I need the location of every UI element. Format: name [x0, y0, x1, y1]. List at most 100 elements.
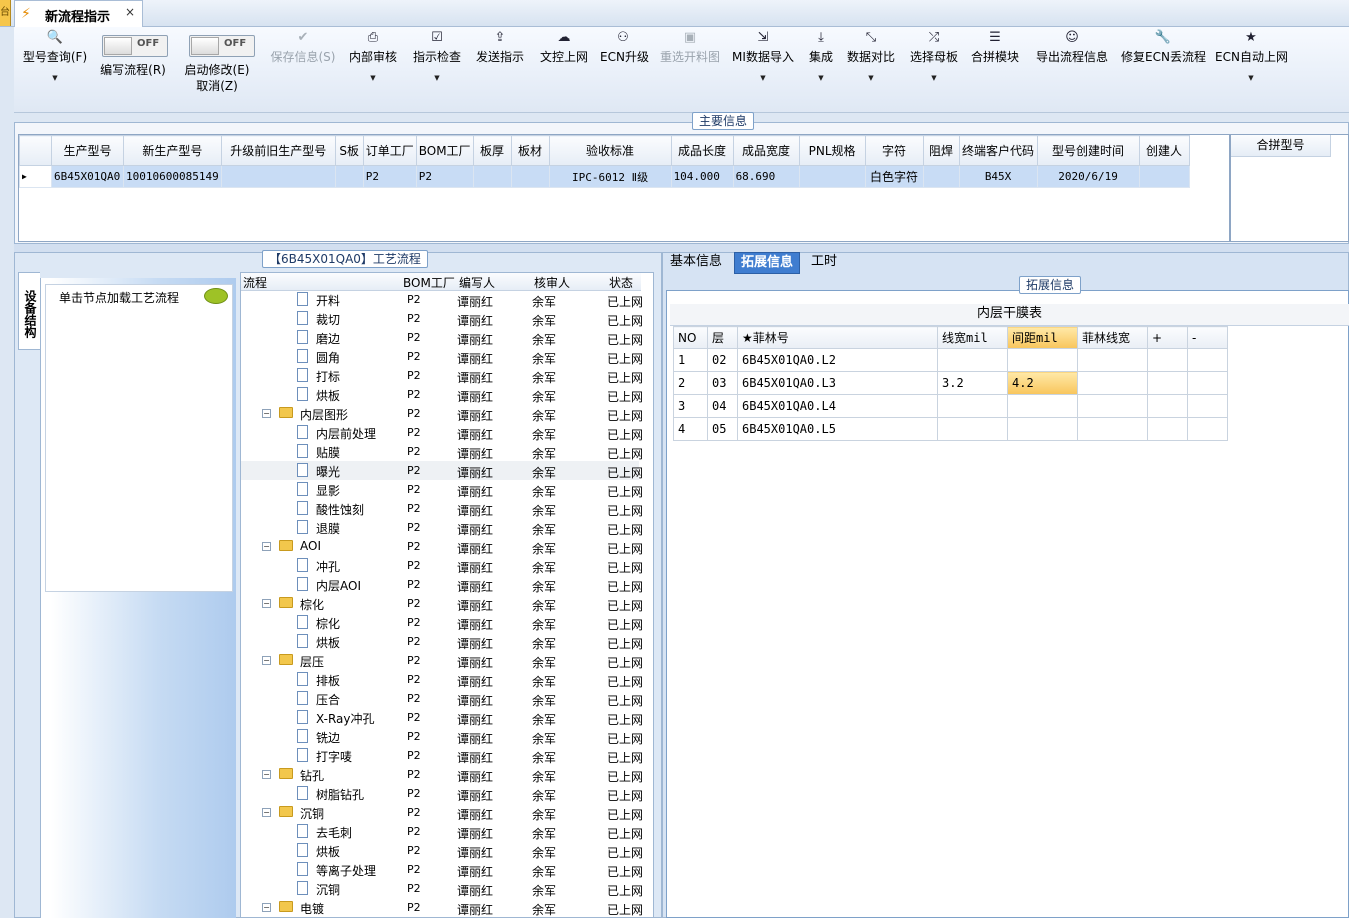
tree-row[interactable]: 开料 P2 谭丽红 余军 已上网 [241, 290, 643, 309]
col-writer[interactable]: 编写人 [459, 274, 495, 291]
cancel-label[interactable]: 取消(Z) [182, 79, 252, 94]
chevron-down-icon[interactable]: ▼ [412, 74, 462, 82]
film-col-header[interactable]: 菲林线宽 [1077, 326, 1148, 349]
tree-row[interactable]: 等离子处理 P2 谭丽红 余军 已上网 [241, 860, 643, 879]
tree-row[interactable]: − 棕化 P2 谭丽红 余军 已上网 [241, 594, 643, 613]
collapse-icon[interactable]: − [262, 903, 271, 912]
start-modify-toggle[interactable]: OFF [189, 35, 255, 57]
chevron-down-icon[interactable]: ▼ [348, 74, 398, 82]
collapse-icon[interactable]: − [262, 808, 271, 817]
film-col-header[interactable]: ★菲林号 [737, 326, 938, 349]
table-cell[interactable]: P2 [415, 165, 474, 188]
film-cell[interactable]: 2 [673, 371, 708, 395]
table-cell[interactable] [334, 165, 364, 188]
film-cell[interactable]: 4.2 [1007, 371, 1078, 395]
tree-row[interactable]: 排板 P2 谭丽红 余军 已上网 [241, 670, 643, 689]
film-row[interactable]: 2 03 6B45X01QA0.L3 3.2 4.2 [673, 371, 1228, 395]
table-cell[interactable] [1138, 165, 1190, 188]
tree-row[interactable]: 烘板 P2 谭丽红 余军 已上网 [241, 841, 643, 860]
film-col-header[interactable]: NO [673, 326, 708, 349]
film-cell[interactable]: 6B45X01QA0.L4 [737, 394, 938, 418]
col-header[interactable]: 新生产型号 [123, 135, 222, 166]
upload-button[interactable]: ⇪ 发送指示 [474, 27, 526, 113]
cloud-upload-button[interactable]: ☁ 文控上网 [538, 27, 590, 113]
tree-row[interactable]: X-Ray冲孔 P2 谭丽红 余军 已上网 [241, 708, 643, 727]
col-status[interactable]: 状态 [609, 274, 633, 291]
film-cell[interactable] [1007, 417, 1078, 441]
film-cell[interactable] [1147, 348, 1188, 372]
collapse-icon[interactable]: − [262, 770, 271, 779]
tab-new-process-instruction[interactable]: ⚡ 新流程指示 × [14, 0, 143, 27]
tab-work-hours[interactable]: 工时 [805, 252, 843, 274]
table-cell[interactable]: 68.690 [732, 165, 800, 188]
left-collapsed-tab[interactable]: 台 [0, 0, 11, 26]
film-cell[interactable] [1147, 371, 1188, 395]
col-header[interactable]: 成品宽度 [732, 135, 800, 166]
table-cell[interactable] [220, 165, 336, 188]
collapse-icon[interactable]: − [262, 599, 271, 608]
list-button[interactable]: ☰ 合拼模块 [971, 27, 1019, 113]
tree-row[interactable]: 树脂钻孔 P2 谭丽红 余军 已上网 [241, 784, 643, 803]
tree-row[interactable]: − 电镀 P2 谭丽红 余军 已上网 [241, 898, 643, 917]
col-header[interactable]: 创建人 [1138, 135, 1190, 166]
save-button[interactable]: ✔ 保存信息(S) [268, 27, 338, 113]
film-cell[interactable] [937, 417, 1008, 441]
collapse-icon[interactable]: − [262, 656, 271, 665]
table-cell[interactable]: 10010600085149 [123, 165, 222, 188]
tab-basic-info[interactable]: 基本信息 [664, 252, 728, 274]
table-cell[interactable]: P2 [362, 165, 417, 188]
film-cell[interactable] [1077, 394, 1148, 418]
col-header[interactable]: 板材 [510, 135, 550, 166]
film-cell[interactable]: 3 [673, 394, 708, 418]
film-cell[interactable] [1147, 394, 1188, 418]
col-header[interactable]: BOM工厂 [415, 135, 474, 166]
col-header[interactable]: 终端客户代码 [958, 135, 1038, 166]
tab-extended-info[interactable]: 拓展信息 [734, 252, 801, 274]
film-cell[interactable]: 3.2 [937, 371, 1008, 395]
film-cell[interactable] [1077, 417, 1148, 441]
collapse-icon[interactable]: − [262, 409, 271, 418]
chevron-down-icon[interactable]: ▼ [908, 74, 960, 82]
film-cell[interactable]: 05 [707, 417, 738, 441]
tree-row[interactable]: 裁切 P2 谭丽红 余军 已上网 [241, 309, 643, 328]
film-cell[interactable] [937, 348, 1008, 372]
search-button[interactable]: 🔍 型号查询(F) ▼ [20, 27, 90, 113]
col-process[interactable]: 流程 [243, 274, 267, 291]
tree-row[interactable]: 内层AOI P2 谭丽红 余军 已上网 [241, 575, 643, 594]
tree-row[interactable]: 退膜 P2 谭丽红 余军 已上网 [241, 518, 643, 537]
table-row[interactable]: ▶ 6B45X01QA0 10010600085149 P2 P2 IPC-6012 Ⅱ级… [19, 165, 1190, 188]
tree-row[interactable]: 烘板 P2 谭丽红 余军 已上网 [241, 632, 643, 651]
chevron-down-icon[interactable]: ▼ [730, 74, 796, 82]
table-cell[interactable]: IPC-6012 Ⅱ级 [548, 165, 672, 188]
film-cell[interactable]: 04 [707, 394, 738, 418]
binoculars-button[interactable]: ⚇ ECN升级 [600, 27, 649, 113]
film-cell[interactable] [1187, 348, 1228, 372]
film-cell[interactable]: 4 [673, 417, 708, 441]
tree-row[interactable]: 压合 P2 谭丽红 余军 已上网 [241, 689, 643, 708]
table-cell[interactable]: 2020/6/19 [1036, 165, 1140, 188]
image-button[interactable]: ▣ 重选开料图 [658, 27, 722, 113]
tree-row[interactable]: 磨边 P2 谭丽红 余军 已上网 [241, 328, 643, 347]
table-cell[interactable] [798, 165, 866, 188]
import-button[interactable]: ⇲ MI数据导入 ▼ [730, 27, 796, 113]
film-col-header[interactable]: 间距mil [1007, 326, 1078, 349]
film-row[interactable]: 3 04 6B45X01QA0.L4 [673, 394, 1228, 418]
chevron-down-icon[interactable]: ▼ [20, 74, 90, 82]
col-header[interactable]: 字符 [864, 135, 924, 166]
table-cell[interactable]: 白色字符 [864, 165, 924, 188]
tree-row[interactable]: − 沉铜 P2 谭丽红 余军 已上网 [241, 803, 643, 822]
tree-row[interactable]: 显影 P2 谭丽红 余军 已上网 [241, 480, 643, 499]
star-button[interactable]: ★ ECN自动上网 ▼ [1215, 27, 1288, 113]
film-row[interactable]: 1 02 6B45X01QA0.L2 [673, 348, 1228, 372]
tree-row[interactable]: 打标 P2 谭丽红 余军 已上网 [241, 366, 643, 385]
film-cell[interactable] [1187, 371, 1228, 395]
col-header[interactable]: 成品长度 [670, 135, 734, 166]
film-cell[interactable] [1077, 348, 1148, 372]
chevron-down-icon[interactable]: ▼ [1215, 74, 1287, 82]
tree-row[interactable]: 沉铜 P2 谭丽红 余军 已上网 [241, 879, 643, 898]
tree-row[interactable]: 冲孔 P2 谭丽红 余军 已上网 [241, 556, 643, 575]
tree-row[interactable]: 贴膜 P2 谭丽红 余军 已上网 [241, 442, 643, 461]
film-cell[interactable] [1187, 394, 1228, 418]
tree-row[interactable]: 打字唛 P2 谭丽红 余军 已上网 [241, 746, 643, 765]
tree-row[interactable]: − 层压 P2 谭丽红 余军 已上网 [241, 651, 643, 670]
